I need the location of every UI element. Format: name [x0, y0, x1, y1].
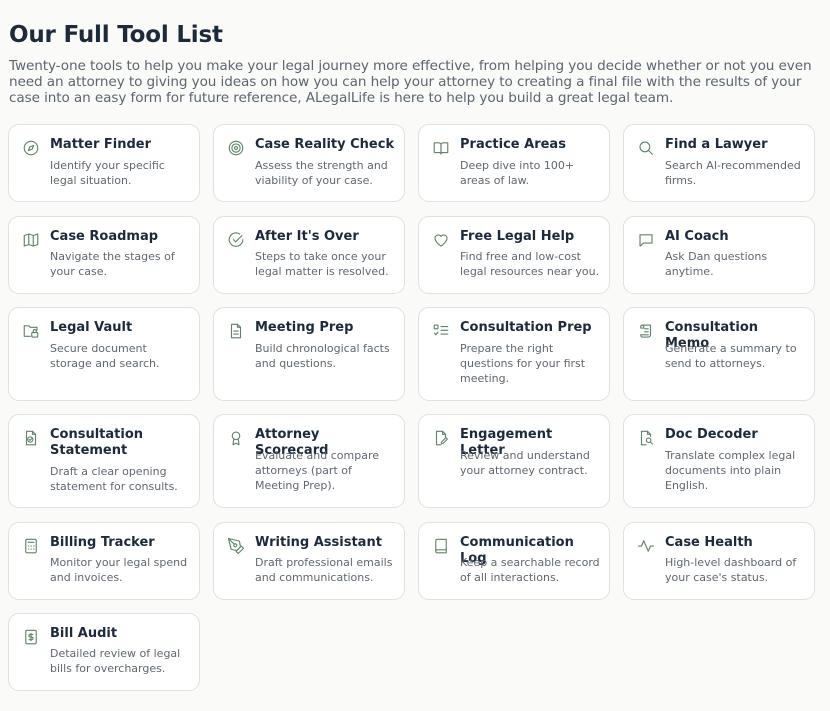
book-open-icon	[432, 139, 450, 157]
receipt-dollar-icon	[22, 628, 40, 646]
activity-icon	[637, 537, 655, 555]
tool-title: Case Health	[665, 535, 753, 550]
page-intro: Twenty-one tools to help you make your l…	[9, 58, 812, 106]
tool-description: Deep dive into 100+ areas of law.	[460, 159, 575, 187]
tool-description: Ask Dan questions anytime.	[665, 250, 768, 278]
tool-title: Matter Finder	[50, 137, 152, 152]
tool-description: Monitor your legal spend and invoices.	[50, 556, 188, 584]
tool-card-legal-vault[interactable]: Legal Vault Secure document storage and …	[8, 307, 200, 401]
tool-description: Secure document storage and search.	[50, 342, 160, 370]
notebook-icon	[432, 537, 450, 555]
scroll-icon	[637, 322, 655, 340]
tool-title: Writing Assistant	[255, 535, 382, 550]
tool-card-attorney-scorecard[interactable]: Attorney Scorecard Evaluate and compare …	[213, 414, 405, 508]
tool-list-page: Our Full Tool List Twenty-one tools to h…	[0, 0, 830, 711]
tool-card-practice-areas[interactable]: Practice Areas Deep dive into 100+ areas…	[418, 124, 610, 202]
tool-description: Prepare the right questions for your fir…	[460, 342, 586, 385]
tool-description: Navigate the stages of your case.	[50, 250, 175, 278]
tool-description: Keep a searchable record of all interact…	[460, 556, 600, 584]
tool-title: After It's Over	[255, 229, 359, 244]
file-signature-icon	[432, 429, 450, 447]
tool-title: Case Roadmap	[50, 229, 159, 244]
page-title: Our Full Tool List	[9, 22, 223, 48]
tool-description: Evaluate and compare attorneys (part of …	[255, 449, 380, 492]
calculator-icon	[22, 537, 40, 555]
tool-card-consultation-prep[interactable]: Consultation Prep Prepare the right ques…	[418, 307, 610, 401]
tool-card-consultation-statement[interactable]: Consultation Statement Draft a clear ope…	[8, 414, 200, 508]
tool-description: Translate complex legal documents into p…	[665, 449, 796, 492]
tool-description: Build chronological facts and questions.	[255, 342, 390, 370]
tool-card-communication-log[interactable]: Communication Log Keep a searchable reco…	[418, 522, 610, 600]
search-icon	[637, 139, 655, 157]
heart-icon	[432, 231, 450, 249]
tool-card-matter-finder[interactable]: Matter Finder Identify your specific leg…	[8, 124, 200, 202]
tool-title: Billing Tracker	[50, 535, 155, 550]
tool-card-billing-tracker[interactable]: Billing Tracker Monitor your legal spend…	[8, 522, 200, 600]
pen-tool-icon	[227, 537, 245, 555]
map-icon	[22, 231, 40, 249]
tool-description: Identify your specific legal situation.	[50, 159, 165, 187]
compass-icon	[22, 139, 40, 157]
tool-card-free-legal-help[interactable]: Free Legal Help Find free and low-cost l…	[418, 216, 610, 294]
tool-title: AI Coach	[665, 229, 729, 244]
tool-description: Search AI-recommended firms.	[665, 159, 801, 187]
tool-title: Legal Vault	[50, 320, 133, 335]
tool-card-meeting-prep[interactable]: Meeting Prep Build chronological facts a…	[213, 307, 405, 401]
tool-card-doc-decoder[interactable]: Doc Decoder Translate complex legal docu…	[623, 414, 815, 508]
tool-title: Consultation Prep	[460, 320, 592, 335]
tool-card-case-roadmap[interactable]: Case Roadmap Navigate the stages of your…	[8, 216, 200, 294]
file-search-icon	[637, 429, 655, 447]
tool-description: Find free and low-cost legal resources n…	[460, 250, 600, 278]
folder-lock-icon	[22, 322, 40, 340]
tool-card-engagement-letter[interactable]: Engagement Letter Review and understand …	[418, 414, 610, 508]
tool-card-writing-assistant[interactable]: Writing Assistant Draft professional ema…	[213, 522, 405, 600]
file-check-icon	[22, 429, 40, 447]
tool-card-case-reality-check[interactable]: Case Reality Check Assess the strength a…	[213, 124, 405, 202]
tool-card-ai-coach[interactable]: AI Coach Ask Dan questions anytime.	[623, 216, 815, 294]
tool-card-case-health[interactable]: Case Health High-level dashboard of your…	[623, 522, 815, 600]
file-text-icon	[227, 322, 245, 340]
tool-description: Draft a clear opening statement for cons…	[50, 465, 178, 493]
tool-title: Consultation Statement	[50, 427, 144, 458]
award-icon	[227, 429, 245, 447]
target-icon	[227, 139, 245, 157]
tool-card-after-its-over[interactable]: After It's Over Steps to take once your …	[213, 216, 405, 294]
tool-title: Free Legal Help	[460, 229, 575, 244]
tool-title: Doc Decoder	[665, 427, 758, 442]
tool-description: Review and understand your attorney cont…	[460, 449, 590, 477]
tool-title: Practice Areas	[460, 137, 566, 152]
tool-description: Assess the strength and viability of you…	[255, 159, 388, 187]
tool-description: Generate a summary to send to attorneys.	[665, 342, 797, 370]
check-circle-icon	[227, 231, 245, 249]
tool-description: Draft professional emails and communicat…	[255, 556, 393, 584]
tool-description: High-level dashboard of your case's stat…	[665, 556, 797, 584]
tool-title: Find a Lawyer	[665, 137, 768, 152]
list-checks-icon	[432, 322, 450, 340]
tool-title: Meeting Prep	[255, 320, 354, 335]
tool-card-bill-audit[interactable]: Bill Audit Detailed review of legal bill…	[8, 613, 200, 691]
tool-description: Detailed review of legal bills for overc…	[50, 647, 181, 675]
tool-description: Steps to take once your legal matter is …	[255, 250, 389, 278]
tool-title: Case Reality Check	[255, 137, 395, 152]
tool-card-consultation-memo[interactable]: Consultation Memo Generate a summary to …	[623, 307, 815, 401]
tool-title: Bill Audit	[50, 626, 118, 641]
message-square-icon	[637, 231, 655, 249]
tool-card-find-a-lawyer[interactable]: Find a Lawyer Search AI-recommended firm…	[623, 124, 815, 202]
